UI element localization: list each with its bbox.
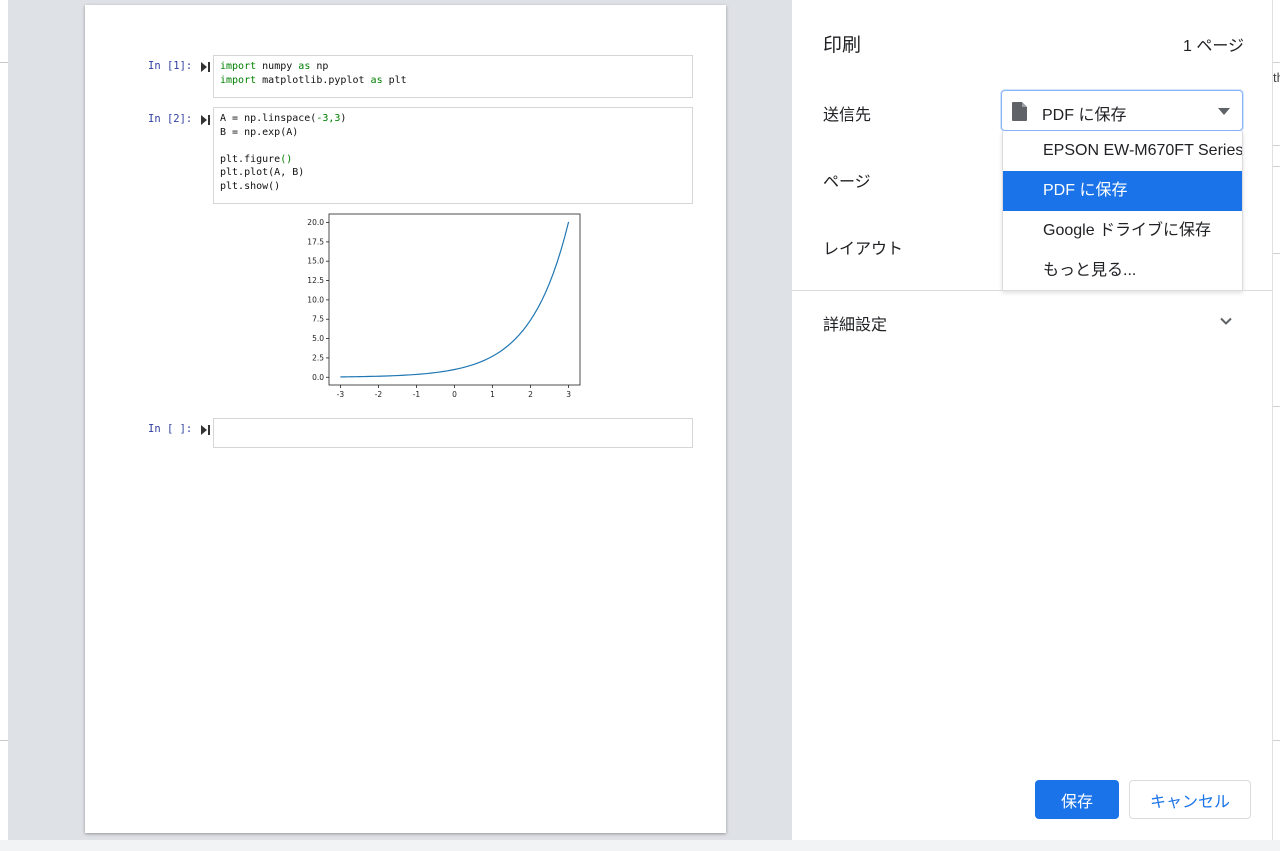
matplotlib-output-chart: 0.0 2.5 5.0 7.5 10.0 12.5 15.0 17.5 20.0 -3 -2 -1 0… <box>307 213 581 399</box>
run-cell-icon <box>201 115 210 125</box>
code-number: -3,3 <box>316 113 341 124</box>
destination-label: 送信先 <box>823 107 872 124</box>
y-tick-label: 12.5 <box>307 276 324 285</box>
run-cell-icon <box>201 62 210 72</box>
series-line <box>340 221 570 378</box>
background-line <box>1273 406 1280 407</box>
code-text: B = np.exp(A) <box>220 126 299 138</box>
x-tick-label: 1 <box>490 390 495 399</box>
background-line <box>1273 145 1280 146</box>
print-settings-panel: 印刷 1 ページ 送信先 ページ レイアウト PDF に保存 EPSON EW-… <box>792 0 1272 840</box>
cell-prompt: In [2]: <box>148 113 193 125</box>
x-tick-label: 3 <box>566 390 571 399</box>
destination-option-see-more[interactable]: もっと見る... <box>1003 251 1242 291</box>
x-tick-label: -1 <box>413 390 421 399</box>
code-text: plt <box>388 74 407 86</box>
background-line <box>1273 253 1280 254</box>
pages-label: ページ <box>823 174 871 191</box>
y-tick-label: 15.0 <box>307 257 324 266</box>
destination-dropdown-list: EPSON EW-M670FT Series PDF に保存 Google ドラ… <box>1002 131 1243 291</box>
code-text: A = np.linspace( <box>220 113 317 124</box>
code-cell-2: A = np.linspace(-3,3) B = np.exp(A) plt.… <box>213 107 693 204</box>
page-count: 1 ページ <box>1182 38 1244 55</box>
destination-select[interactable]: PDF に保存 <box>1001 90 1243 131</box>
advanced-settings-label[interactable]: 詳細設定 <box>823 311 887 335</box>
cancel-button[interactable]: キャンセル <box>1129 780 1251 819</box>
window-bottom-strip <box>0 840 1280 851</box>
caret-down-icon <box>1218 108 1230 115</box>
section-divider <box>792 290 1272 291</box>
y-tick-label: 0.0 <box>312 373 324 382</box>
cell-prompt: In [ ]: <box>148 423 193 435</box>
destination-option-pdf[interactable]: PDF に保存 <box>1003 171 1242 211</box>
background-clipped-text: th <box>1273 70 1280 85</box>
code-cell-1: import numpy as np import matplotlib.pyp… <box>213 55 693 98</box>
cell-prompt: In [1]: <box>148 60 193 72</box>
code-paren: () <box>280 153 293 165</box>
save-button[interactable]: 保存 <box>1035 780 1119 819</box>
y-tick-label: 17.5 <box>307 237 324 246</box>
x-tick-label: 2 <box>528 390 533 399</box>
y-tick-label: 10.0 <box>307 295 324 304</box>
x-tick-label: 0 <box>452 390 457 399</box>
layout-label: レイアウト <box>823 241 904 258</box>
y-tick-label: 5.0 <box>312 334 324 343</box>
code-cell-3-empty <box>213 418 693 448</box>
y-tick-label: 20.0 <box>307 218 324 227</box>
code-text: np <box>316 61 329 72</box>
print-preview-area: In [1]: import numpy as np import matplo… <box>8 0 792 851</box>
background-line <box>1273 62 1280 63</box>
preview-page: In [1]: import numpy as np import matplo… <box>85 5 726 833</box>
file-icon <box>1012 102 1027 121</box>
code-text: numpy <box>262 61 293 72</box>
background-line <box>1273 740 1280 741</box>
code-text: ) <box>340 113 347 124</box>
code-text: plt.figure <box>220 153 281 165</box>
y-tick-label: 7.5 <box>312 315 324 324</box>
code-text: plt.show() <box>220 180 281 192</box>
y-tick-label: 2.5 <box>312 353 324 362</box>
background-window-edge <box>0 0 8 851</box>
x-tick-label: -3 <box>337 390 345 399</box>
background-line <box>0 62 8 63</box>
x-tick-label: -2 <box>375 390 383 399</box>
destination-selected-value: PDF に保存 <box>1042 107 1127 124</box>
keyword: as <box>370 74 383 86</box>
destination-option-google-drive[interactable]: Google ドライブに保存 <box>1003 211 1242 251</box>
dialog-title: 印刷 <box>823 35 862 56</box>
destination-option-epson[interactable]: EPSON EW-M670FT Series <box>1003 131 1242 171</box>
keyword: as <box>298 61 311 72</box>
code-text: matplotlib.pyplot <box>262 74 365 86</box>
chevron-down-icon[interactable] <box>1218 313 1234 329</box>
keyword: import <box>220 74 257 86</box>
run-cell-icon <box>201 425 210 435</box>
background-line <box>1273 166 1280 167</box>
background-line <box>0 740 8 741</box>
code-text: plt.plot(A, B) <box>220 167 305 178</box>
keyword: import <box>220 61 257 72</box>
background-window-edge-right: th <box>1272 0 1280 851</box>
